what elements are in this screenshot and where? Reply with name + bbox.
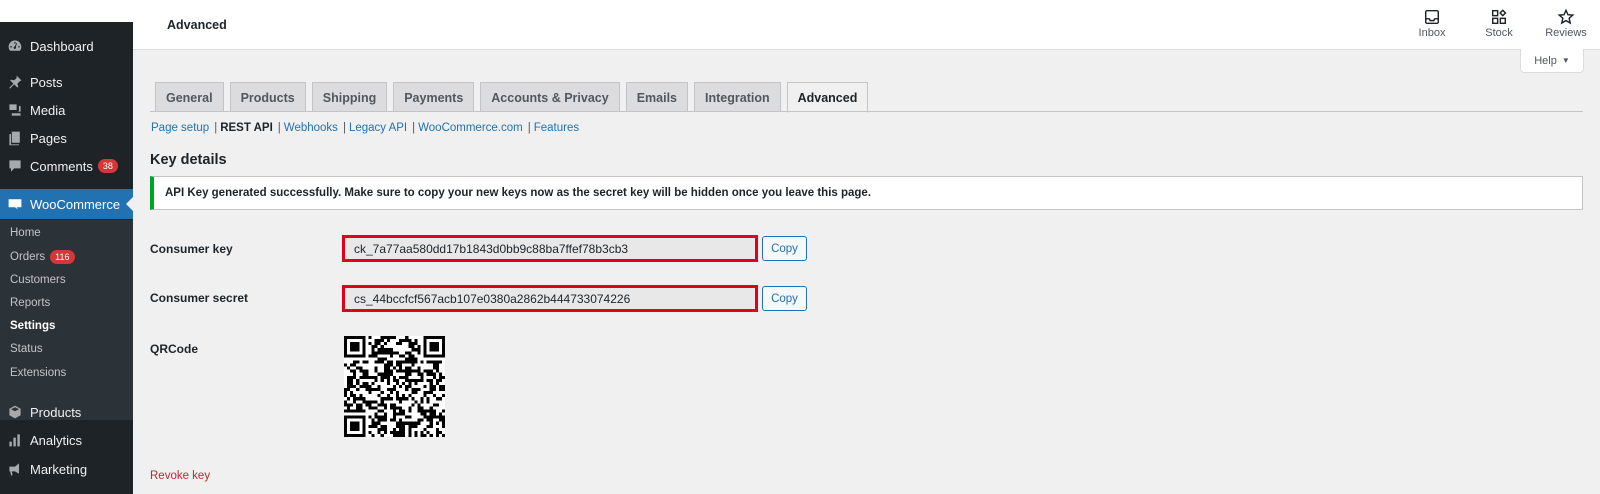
- sidebar-item-products[interactable]: Products: [0, 398, 133, 426]
- subnav-separator: |: [342, 122, 346, 134]
- sidebar-item-marketing[interactable]: Marketing: [0, 455, 133, 483]
- submenu-item-status[interactable]: Status: [10, 343, 43, 355]
- tab-shipping[interactable]: Shipping: [311, 82, 388, 112]
- tab-integration[interactable]: Integration: [694, 82, 781, 112]
- success-notice: API Key generated successfully. Make sur…: [150, 176, 1583, 210]
- submenu-item-home[interactable]: Home: [10, 227, 41, 239]
- media-icon: [0, 102, 30, 118]
- products-icon: [0, 404, 30, 420]
- megaphone-icon: [0, 461, 30, 477]
- woo-icon: [0, 196, 30, 212]
- stock-button[interactable]: Stock: [1474, 8, 1524, 44]
- submenu-item-settings[interactable]: Settings: [10, 320, 55, 332]
- page-header: Advanced Inbox Stock Reviews: [133, 0, 1600, 50]
- stock-label: Stock: [1485, 27, 1513, 39]
- consumer-key-label: Consumer key: [150, 242, 233, 256]
- inbox-button[interactable]: Inbox: [1407, 8, 1457, 44]
- orders-count-badge: 116: [50, 250, 75, 264]
- woocommerce-submenu: Home Orders 116 Customers Reports Setting…: [0, 220, 133, 420]
- settings-tabs: General Products Shipping Payments Accou…: [155, 82, 869, 113]
- comments-icon: [0, 158, 30, 174]
- tab-payments[interactable]: Payments: [393, 82, 475, 112]
- subnav-rest-api[interactable]: REST API: [220, 122, 273, 134]
- submenu-item-orders[interactable]: Orders 116: [10, 250, 75, 264]
- pages-icon: [0, 130, 30, 146]
- current-menu-arrow: [126, 197, 133, 211]
- admin-sidebar: Dashboard Posts Media Pages Comments 38 …: [0, 22, 133, 494]
- subnav-separator: |: [214, 122, 218, 134]
- consumer-secret-field[interactable]: cs_44bccfcf567acb107e0380a2862b444733074…: [342, 285, 758, 312]
- subnav-woocommerce-com[interactable]: WooCommerce.com: [418, 122, 523, 134]
- sidebar-item-media[interactable]: Media: [0, 96, 133, 124]
- sidebar-item-analytics[interactable]: Analytics: [0, 426, 133, 454]
- help-label: Help: [1534, 54, 1557, 67]
- tab-advanced[interactable]: Advanced: [786, 82, 869, 113]
- subnav-separator: |: [527, 122, 531, 134]
- subnav-features[interactable]: Features: [534, 122, 579, 134]
- section-subnav: Page setup | REST API | Webhooks | Legac…: [151, 122, 579, 134]
- tab-products[interactable]: Products: [229, 82, 306, 112]
- subnav-separator: |: [412, 122, 416, 134]
- stock-icon: [1491, 9, 1507, 25]
- copy-consumer-secret-button[interactable]: Copy: [762, 286, 807, 311]
- dashboard-icon: [0, 38, 30, 54]
- tab-emails[interactable]: Emails: [625, 82, 689, 112]
- inbox-label: Inbox: [1418, 27, 1446, 39]
- page-title: Advanced: [167, 18, 227, 32]
- submenu-item-customers[interactable]: Customers: [10, 274, 66, 286]
- subnav-legacy-api[interactable]: Legacy API: [349, 122, 407, 134]
- sidebar-item-posts[interactable]: Posts: [0, 68, 133, 96]
- star-icon: [1557, 8, 1575, 25]
- tab-accounts-privacy[interactable]: Accounts & Privacy: [480, 82, 620, 112]
- consumer-secret-label: Consumer secret: [150, 291, 249, 305]
- subnav-separator: |: [277, 122, 281, 134]
- admin-bar: [0, 0, 133, 22]
- qr-code-image: [344, 336, 445, 437]
- analytics-icon: [0, 432, 30, 448]
- qrcode-label: QRCode: [150, 342, 198, 356]
- caret-down-icon: ▼: [1561, 56, 1570, 65]
- section-title: Key details: [150, 152, 227, 168]
- sidebar-item-dashboard[interactable]: Dashboard: [0, 32, 133, 60]
- sidebar-item-comments[interactable]: Comments 38: [0, 152, 133, 180]
- comments-count-badge: 38: [97, 159, 118, 173]
- tab-general[interactable]: General: [155, 82, 224, 112]
- help-button[interactable]: Help ▼: [1520, 49, 1584, 73]
- pin-icon: [0, 74, 30, 90]
- copy-consumer-key-button[interactable]: Copy: [762, 236, 807, 261]
- subnav-page-setup[interactable]: Page setup: [151, 122, 209, 134]
- reviews-button[interactable]: Reviews: [1541, 8, 1591, 44]
- sidebar-item-woocommerce[interactable]: WooCommerce: [0, 189, 133, 219]
- inbox-icon: [1424, 9, 1440, 25]
- sidebar-item-pages[interactable]: Pages: [0, 124, 133, 152]
- submenu-item-extensions[interactable]: Extensions: [10, 367, 66, 379]
- tabs-divider: [150, 111, 1583, 112]
- consumer-key-field[interactable]: ck_7a77aa580dd17b1843d0bb9c88ba7ffef78b3…: [342, 235, 758, 262]
- submenu-item-reports[interactable]: Reports: [10, 297, 50, 309]
- submenu-orders-label: Orders: [10, 251, 46, 264]
- reviews-label: Reviews: [1545, 27, 1587, 39]
- revoke-key-link[interactable]: Revoke key: [150, 470, 210, 482]
- subnav-webhooks[interactable]: Webhooks: [284, 122, 338, 134]
